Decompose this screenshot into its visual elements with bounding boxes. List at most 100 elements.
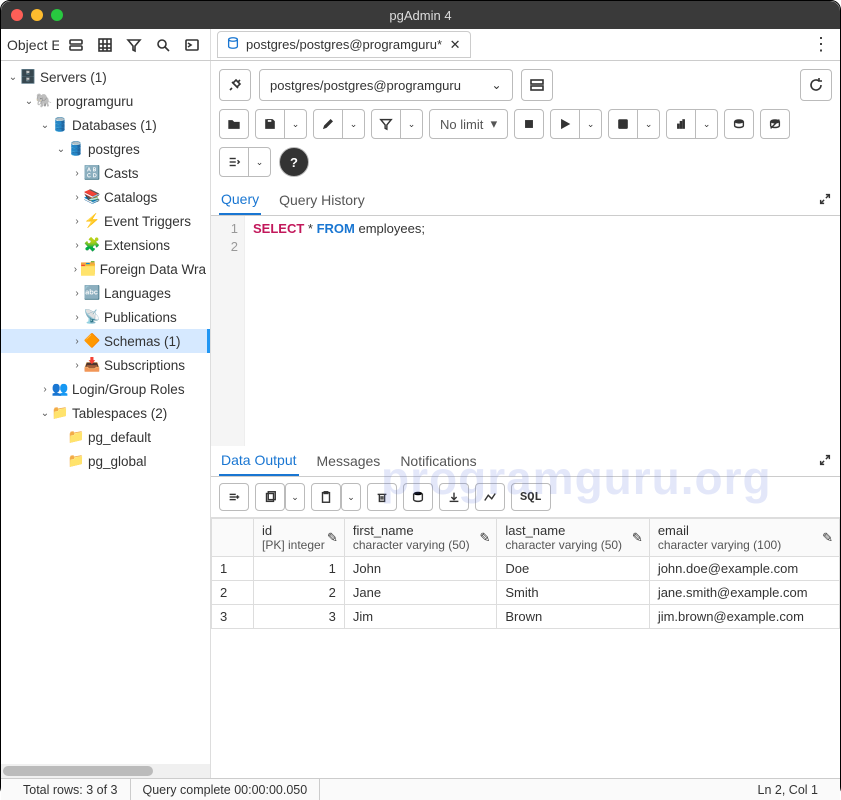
explain-analyze-button[interactable]: [666, 109, 696, 139]
explain-dropdown[interactable]: ⌄: [638, 109, 660, 139]
expand-editor-icon[interactable]: [818, 192, 832, 209]
tab-notifications[interactable]: Notifications: [398, 447, 478, 475]
edit-column-icon[interactable]: ✎: [632, 530, 643, 546]
tree-subscriptions[interactable]: ›📥Subscriptions: [1, 353, 210, 377]
tab-close-button[interactable]: ✕: [448, 38, 462, 52]
tab-query[interactable]: Query: [219, 185, 261, 215]
tab-title: postgres/postgres@programguru*: [246, 37, 442, 52]
search-icon[interactable]: [152, 33, 175, 57]
connection-row: postgres/postgres@programguru ⌄: [211, 61, 840, 109]
execute-button[interactable]: [550, 109, 580, 139]
subscriptions-icon: 📥: [83, 357, 101, 373]
new-connection-button[interactable]: [521, 69, 553, 101]
tree-languages[interactable]: ›🔤Languages: [1, 281, 210, 305]
save-data-button[interactable]: [403, 483, 433, 511]
tree-servers[interactable]: ⌄🗄️Servers (1): [1, 65, 210, 89]
explain-button[interactable]: E: [608, 109, 638, 139]
tree-scrollbar[interactable]: [1, 764, 210, 778]
commit-button[interactable]: [724, 109, 754, 139]
tree-database-postgres[interactable]: ⌄🛢️postgres: [1, 137, 210, 161]
tree-server-programguru[interactable]: ⌄🐘programguru: [1, 89, 210, 113]
grid-icon[interactable]: [94, 33, 117, 57]
edit-column-icon[interactable]: ✎: [822, 530, 833, 546]
object-browser-toolbar: Object E: [1, 29, 211, 60]
tree-catalogs[interactable]: ›📚Catalogs: [1, 185, 210, 209]
expand-output-icon[interactable]: [818, 453, 832, 470]
stop-button[interactable]: [514, 109, 544, 139]
tabs-menu-icon[interactable]: ⋮: [812, 34, 830, 55]
col-header-id[interactable]: id[PK] integer✎: [254, 519, 345, 557]
tree-extensions[interactable]: ›🧩Extensions: [1, 233, 210, 257]
edit-column-icon[interactable]: ✎: [479, 530, 490, 546]
window-title: pgAdmin 4: [1, 8, 840, 23]
connection-selector[interactable]: postgres/postgres@programguru ⌄: [259, 69, 513, 101]
chevron-down-icon: ⌄: [491, 78, 501, 92]
editor-tab[interactable]: postgres/postgres@programguru* ✕: [217, 31, 471, 58]
explain-analyze-dropdown[interactable]: ⌄: [696, 109, 718, 139]
filter-icon[interactable]: [123, 33, 146, 57]
rollback-button[interactable]: [760, 109, 790, 139]
filter-dropdown[interactable]: ⌄: [401, 109, 423, 139]
col-header-first-name[interactable]: first_namecharacter varying (50)✎: [344, 519, 496, 557]
tab-messages[interactable]: Messages: [315, 447, 383, 475]
casts-icon: 🔠: [83, 165, 101, 181]
titlebar: pgAdmin 4: [1, 1, 840, 29]
open-button[interactable]: [219, 109, 249, 139]
servers-icon[interactable]: [65, 33, 88, 57]
tree-pg-default[interactable]: 📁pg_default: [1, 425, 210, 449]
tab-data-output[interactable]: Data Output: [219, 446, 299, 476]
query-tabs: Query Query History: [211, 185, 840, 216]
save-button[interactable]: [255, 109, 285, 139]
main-split: ⌄🗄️Servers (1) ⌄🐘programguru ⌄🛢️Database…: [1, 61, 840, 778]
table-row[interactable]: 11JohnDoejohn.doe@example.com: [212, 557, 840, 581]
tree-casts[interactable]: ›🔠Casts: [1, 161, 210, 185]
limit-selector[interactable]: No limit ▾: [429, 109, 508, 139]
col-header-last-name[interactable]: last_namecharacter varying (50)✎: [497, 519, 649, 557]
terminal-icon[interactable]: [181, 33, 204, 57]
tree-publications[interactable]: ›📡Publications: [1, 305, 210, 329]
edit-dropdown[interactable]: ⌄: [343, 109, 365, 139]
output-toolbar: ⌄ ⌄ SQL: [211, 477, 840, 518]
code-area[interactable]: SELECT * FROM employees;: [245, 216, 433, 446]
tree-event-triggers[interactable]: ›⚡Event Triggers: [1, 209, 210, 233]
macros-button[interactable]: [219, 147, 249, 177]
sql-editor[interactable]: 1 2 SELECT * FROM employees;: [211, 216, 840, 446]
sql-view-button[interactable]: SQL: [511, 483, 551, 511]
output-tabs: Data Output Messages Notifications: [211, 446, 840, 477]
results-table: id[PK] integer✎ first_namecharacter vary…: [211, 518, 840, 629]
tablespaces-icon: 📁: [51, 405, 69, 421]
help-button[interactable]: ?: [279, 147, 309, 177]
line-gutter: 1 2: [211, 216, 245, 446]
filter-button[interactable]: [371, 109, 401, 139]
publications-icon: 📡: [83, 309, 101, 325]
tree-pg-global[interactable]: 📁pg_global: [1, 449, 210, 473]
save-dropdown[interactable]: ⌄: [285, 109, 307, 139]
paste-dropdown[interactable]: ⌄: [341, 483, 361, 511]
paste-button[interactable]: [311, 483, 341, 511]
languages-icon: 🔤: [83, 285, 101, 301]
copy-button[interactable]: [255, 483, 285, 511]
tree-schemas[interactable]: ›🔶Schemas (1): [1, 329, 210, 353]
rownum-header[interactable]: [212, 519, 254, 557]
editor-toolbar-2: ⌄ ?: [211, 147, 840, 185]
tree-login-roles[interactable]: ›👥Login/Group Roles: [1, 377, 210, 401]
reset-layout-button[interactable]: [800, 69, 832, 101]
connection-status-button[interactable]: [219, 69, 251, 101]
copy-dropdown[interactable]: ⌄: [285, 483, 305, 511]
execute-dropdown[interactable]: ⌄: [580, 109, 602, 139]
tree-tablespaces[interactable]: ⌄📁Tablespaces (2): [1, 401, 210, 425]
tree-databases[interactable]: ⌄🛢️Databases (1): [1, 113, 210, 137]
edit-column-icon[interactable]: ✎: [327, 530, 338, 546]
table-row[interactable]: 33JimBrownjim.brown@example.com: [212, 605, 840, 629]
tab-query-history[interactable]: Query History: [277, 186, 367, 214]
table-row[interactable]: 22JaneSmithjane.smith@example.com: [212, 581, 840, 605]
download-button[interactable]: [439, 483, 469, 511]
tree-fdw[interactable]: ›🗂️Foreign Data Wra: [1, 257, 210, 281]
delete-row-button[interactable]: [367, 483, 397, 511]
col-header-email[interactable]: emailcharacter varying (100)✎: [649, 519, 839, 557]
edit-button[interactable]: [313, 109, 343, 139]
graph-button[interactable]: [475, 483, 505, 511]
tree: ⌄🗄️Servers (1) ⌄🐘programguru ⌄🛢️Database…: [1, 61, 210, 477]
add-row-button[interactable]: [219, 483, 249, 511]
macros-dropdown[interactable]: ⌄: [249, 147, 271, 177]
